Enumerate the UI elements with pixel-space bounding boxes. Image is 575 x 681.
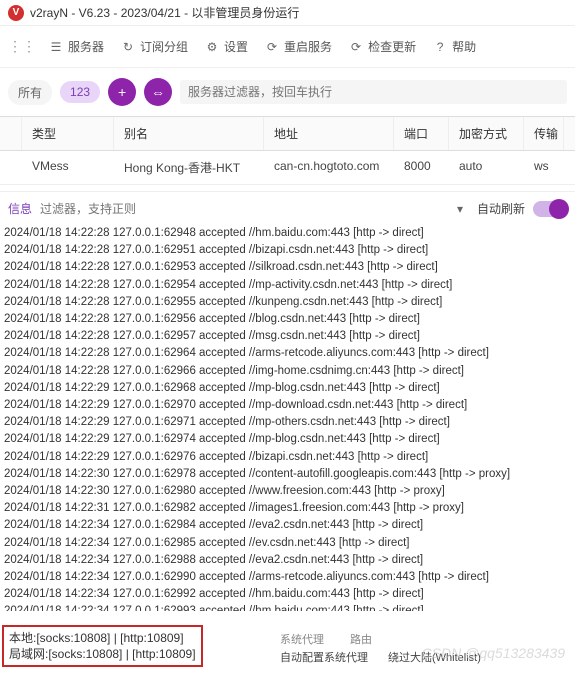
cell-alias: Hong Kong-香港-HKT — [114, 151, 264, 184]
settings-label: 设置 — [224, 38, 248, 55]
app-icon: V — [8, 5, 24, 21]
proxy-value: 自动配置系统代理 — [280, 649, 368, 665]
log-line: 2024/01/18 14:22:34 127.0.0.1:62990 acce… — [4, 569, 571, 586]
cell-addr: can-cn.hogtoto.com — [264, 151, 394, 184]
auto-refresh-label: 自动刷新 — [477, 200, 525, 217]
local-ports: 本地:[socks:10808] | [http:10809] — [9, 630, 196, 646]
log-line: 2024/01/18 14:22:34 127.0.0.1:62984 acce… — [4, 517, 571, 534]
status-area: 系统代理 路由 自动配置系统代理 绕过大陆(Whitelist) — [280, 631, 481, 667]
log-line: 2024/01/18 14:22:28 127.0.0.1:62951 acce… — [4, 242, 571, 259]
drag-handle-icon[interactable]: ⋮⋮ — [4, 38, 40, 55]
cell-trans: ws — [524, 151, 564, 184]
filter-bar: 所有 123 + ⇔ — [0, 68, 575, 116]
info-bar: 信息 ▾ 自动刷新 — [0, 191, 575, 221]
log-line: 2024/01/18 14:22:28 127.0.0.1:62966 acce… — [4, 363, 571, 380]
listen-ports-box: 本地:[socks:10808] | [http:10809] 局域网:[soc… — [2, 625, 203, 667]
log-line: 2024/01/18 14:22:28 127.0.0.1:62948 acce… — [4, 225, 571, 242]
proxy-label: 系统代理 — [280, 631, 324, 647]
log-line: 2024/01/18 14:22:29 127.0.0.1:62976 acce… — [4, 449, 571, 466]
col-enc[interactable]: 加密方式 — [449, 117, 524, 150]
chevron-down-icon[interactable]: ▾ — [451, 202, 469, 216]
cell-port: 8000 — [394, 151, 449, 184]
route-label: 路由 — [350, 631, 372, 647]
help-label: 帮助 — [452, 38, 476, 55]
servers-icon: ☰ — [48, 39, 64, 55]
log-line: 2024/01/18 14:22:28 127.0.0.1:62964 acce… — [4, 345, 571, 362]
update-button[interactable]: ⟳ 检查更新 — [340, 32, 424, 61]
lan-ports: 局域网:[socks:10808] | [http:10809] — [9, 646, 196, 662]
log-filter-input[interactable] — [40, 202, 443, 216]
log-line: 2024/01/18 14:22:29 127.0.0.1:62971 acce… — [4, 414, 571, 431]
log-line: 2024/01/18 14:22:34 127.0.0.1:62992 acce… — [4, 586, 571, 603]
col-port[interactable]: 端口 — [394, 117, 449, 150]
cell-type: VMess — [22, 151, 114, 184]
gear-icon: ⚙ — [204, 39, 220, 55]
update-label: 检查更新 — [368, 38, 416, 55]
col-blank[interactable] — [0, 117, 22, 150]
cell-enc: auto — [449, 151, 524, 184]
route-value: 绕过大陆(Whitelist) — [388, 649, 481, 665]
all-pill[interactable]: 所有 — [8, 80, 52, 105]
update-icon: ⟳ — [348, 39, 364, 55]
restart-button[interactable]: ⟳ 重启服务 — [256, 32, 340, 61]
col-type[interactable]: 类型 — [22, 117, 114, 150]
count-pill[interactable]: 123 — [60, 81, 100, 103]
servers-button[interactable]: ☰ 服务器 — [40, 32, 112, 61]
subgroups-button[interactable]: ↻ 订阅分组 — [112, 32, 196, 61]
log-line: 2024/01/18 14:22:29 127.0.0.1:62970 acce… — [4, 397, 571, 414]
table-header: 类型 别名 地址 端口 加密方式 传输 — [0, 116, 575, 151]
log-line: 2024/01/18 14:22:28 127.0.0.1:62954 acce… — [4, 277, 571, 294]
log-line: 2024/01/18 14:22:34 127.0.0.1:62988 acce… — [4, 552, 571, 569]
col-alias[interactable]: 别名 — [114, 117, 264, 150]
titlebar: V v2rayN - V6.23 - 2023/04/21 - 以非管理员身份运… — [0, 0, 575, 26]
log-line: 2024/01/18 14:22:29 127.0.0.1:62974 acce… — [4, 431, 571, 448]
log-line: 2024/01/18 14:22:30 127.0.0.1:62980 acce… — [4, 483, 571, 500]
toolbar: ⋮⋮ ☰ 服务器 ↻ 订阅分组 ⚙ 设置 ⟳ 重启服务 ⟳ 检查更新 ? 帮助 — [0, 26, 575, 68]
log-line: 2024/01/18 14:22:29 127.0.0.1:62968 acce… — [4, 380, 571, 397]
expand-button[interactable]: ⇔ — [144, 78, 172, 106]
server-filter-input[interactable] — [180, 80, 567, 104]
subgroups-label: 订阅分组 — [140, 38, 188, 55]
log-line: 2024/01/18 14:22:28 127.0.0.1:62955 acce… — [4, 294, 571, 311]
restart-icon: ⟳ — [264, 39, 280, 55]
info-label: 信息 — [8, 200, 32, 217]
cell-blank — [0, 151, 22, 184]
log-line: 2024/01/18 14:22:30 127.0.0.1:62978 acce… — [4, 466, 571, 483]
col-trans[interactable]: 传输 — [524, 117, 564, 150]
log-pane[interactable]: 2024/01/18 14:22:28 127.0.0.1:62948 acce… — [0, 221, 575, 611]
help-icon: ? — [432, 39, 448, 55]
log-line: 2024/01/18 14:22:28 127.0.0.1:62953 acce… — [4, 259, 571, 276]
window-title: v2rayN - V6.23 - 2023/04/21 - 以非管理员身份运行 — [30, 4, 299, 21]
log-line: 2024/01/18 14:22:28 127.0.0.1:62957 acce… — [4, 328, 571, 345]
log-line: 2024/01/18 14:22:31 127.0.0.1:62982 acce… — [4, 500, 571, 517]
restart-label: 重启服务 — [284, 38, 332, 55]
refresh-icon: ↻ — [120, 39, 136, 55]
table-row[interactable]: VMess Hong Kong-香港-HKT can-cn.hogtoto.co… — [0, 151, 575, 185]
log-line: 2024/01/18 14:22:34 127.0.0.1:62993 acce… — [4, 603, 571, 611]
servers-label: 服务器 — [68, 38, 104, 55]
col-addr[interactable]: 地址 — [264, 117, 394, 150]
help-button[interactable]: ? 帮助 — [424, 32, 484, 61]
log-line: 2024/01/18 14:22:28 127.0.0.1:62956 acce… — [4, 311, 571, 328]
settings-button[interactable]: ⚙ 设置 — [196, 32, 256, 61]
auto-refresh-toggle[interactable] — [533, 201, 567, 217]
log-line: 2024/01/18 14:22:34 127.0.0.1:62985 acce… — [4, 535, 571, 552]
add-button[interactable]: + — [108, 78, 136, 106]
